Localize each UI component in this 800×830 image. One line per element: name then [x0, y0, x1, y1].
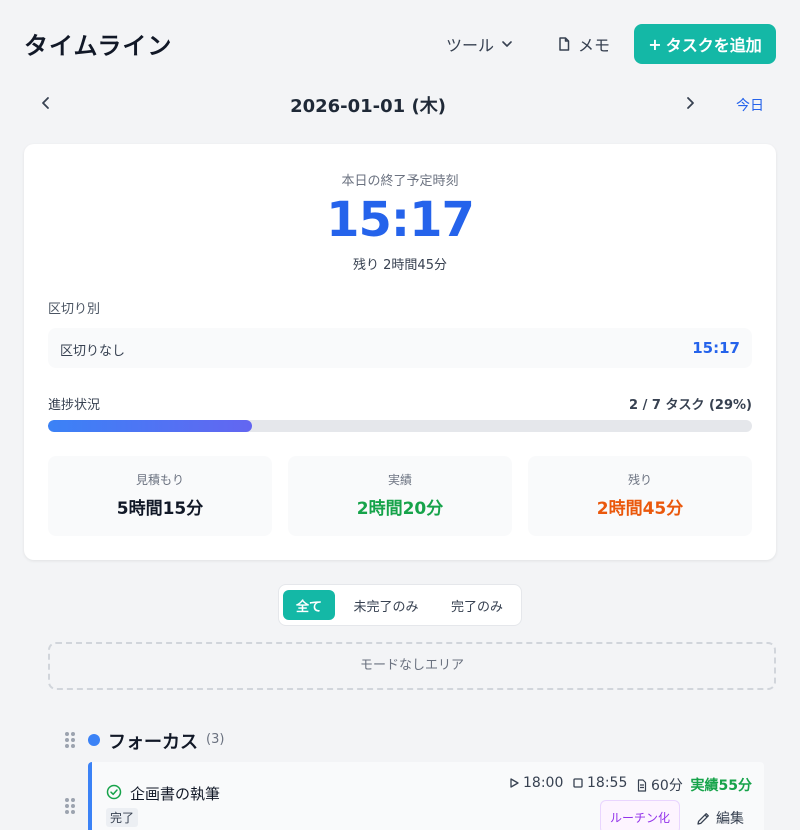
document-icon: [637, 778, 647, 792]
task-estimate-value: 60分: [651, 778, 683, 794]
filter-all[interactable]: 全て: [283, 590, 335, 620]
add-task-button[interactable]: + タスクを追加: [634, 24, 776, 64]
group-drag-handle-icon[interactable]: [65, 732, 75, 748]
no-mode-area[interactable]: モードなしエリア: [48, 642, 776, 690]
page-title: タイムライン: [24, 32, 173, 60]
stat-remaining-label: 残り: [627, 473, 652, 487]
task-actual: 実績55分: [690, 778, 752, 794]
routine-button[interactable]: ルーチン化: [600, 800, 680, 830]
group-count: (3): [206, 732, 225, 747]
chevron-right-icon: [687, 97, 694, 109]
progress-label: 進捗状況: [48, 398, 101, 413]
stat-remaining: 残り 2時間45分: [528, 456, 752, 536]
tools-menu-button[interactable]: ツール: [446, 32, 514, 56]
segment-section-label: 区切り別: [48, 302, 101, 317]
pencil-icon: [697, 812, 709, 825]
end-time-label: 本日の終了予定時刻: [341, 174, 459, 189]
stat-actual-value: 2時間20分: [356, 499, 444, 519]
memo-label: メモ: [578, 36, 611, 55]
remaining-time-text: 残り 2時間45分: [353, 258, 447, 273]
group-color-dot: [88, 734, 100, 746]
task-end-time: 18:55: [587, 775, 628, 791]
segment-name: 区切りなし: [60, 344, 126, 359]
summary-card: 本日の終了予定時刻 15:17 残り 2時間45分 区切り別 区切りなし 15:…: [24, 144, 776, 560]
group-name: フォーカス: [108, 732, 198, 753]
stat-actual-label: 実績: [387, 473, 412, 487]
stat-actual: 実績 2時間20分: [288, 456, 512, 536]
stat-remaining-value: 2時間45分: [596, 499, 684, 519]
tools-label: ツール: [446, 36, 495, 55]
edit-label: 編集: [716, 811, 744, 827]
file-icon: [559, 37, 570, 51]
edit-button[interactable]: 編集: [696, 808, 744, 828]
chevron-down-icon: [502, 41, 512, 47]
progress-count: 2 / 7 タスク (29%): [629, 398, 752, 413]
progress-bar-fill: [48, 420, 253, 432]
header: タイムライン ツール メモ + タスクを追加: [0, 0, 800, 88]
add-task-label: タスクを追加: [665, 36, 762, 55]
play-icon: [510, 778, 519, 788]
stat-estimate: 見積もり 5時間15分: [48, 456, 272, 536]
task-estimate: 60分: [636, 775, 683, 795]
status-badge: 完了: [106, 808, 139, 827]
memo-button[interactable]: メモ: [556, 32, 610, 56]
end-time-value: 15:17: [326, 192, 475, 248]
stat-estimate-label: 見積もり: [135, 473, 184, 487]
task-start-time: 18:00: [523, 775, 564, 791]
task-title: 企画書の執筆: [130, 785, 221, 803]
progress-bar: [48, 420, 752, 432]
segment-row: 区切りなし 15:17: [48, 328, 752, 368]
stat-estimate-value: 5時間15分: [116, 499, 204, 519]
current-date: 2026-01-01 (木): [290, 96, 446, 117]
task-drag-handle-icon[interactable]: [65, 798, 75, 814]
next-day-button[interactable]: [682, 94, 698, 116]
task-start: 18:00: [508, 775, 563, 791]
task-end: 18:55: [572, 775, 627, 791]
filter-incomplete[interactable]: 未完了のみ: [341, 590, 431, 620]
segment-time: 15:17: [692, 339, 740, 357]
filter-complete[interactable]: 完了のみ: [437, 590, 517, 620]
plus-icon: +: [648, 34, 662, 54]
date-navigation: 2026-01-01 (木) 今日: [0, 88, 800, 120]
today-button[interactable]: 今日: [736, 95, 764, 115]
check-circle-icon[interactable]: [106, 784, 122, 800]
task-card[interactable]: 企画書の執筆 完了 18:00 18:55 60分 実績55分 ルーチン化 編集: [88, 762, 764, 830]
task-filter: 全て 未完了のみ 完了のみ: [278, 584, 522, 626]
stop-icon: [573, 778, 583, 788]
